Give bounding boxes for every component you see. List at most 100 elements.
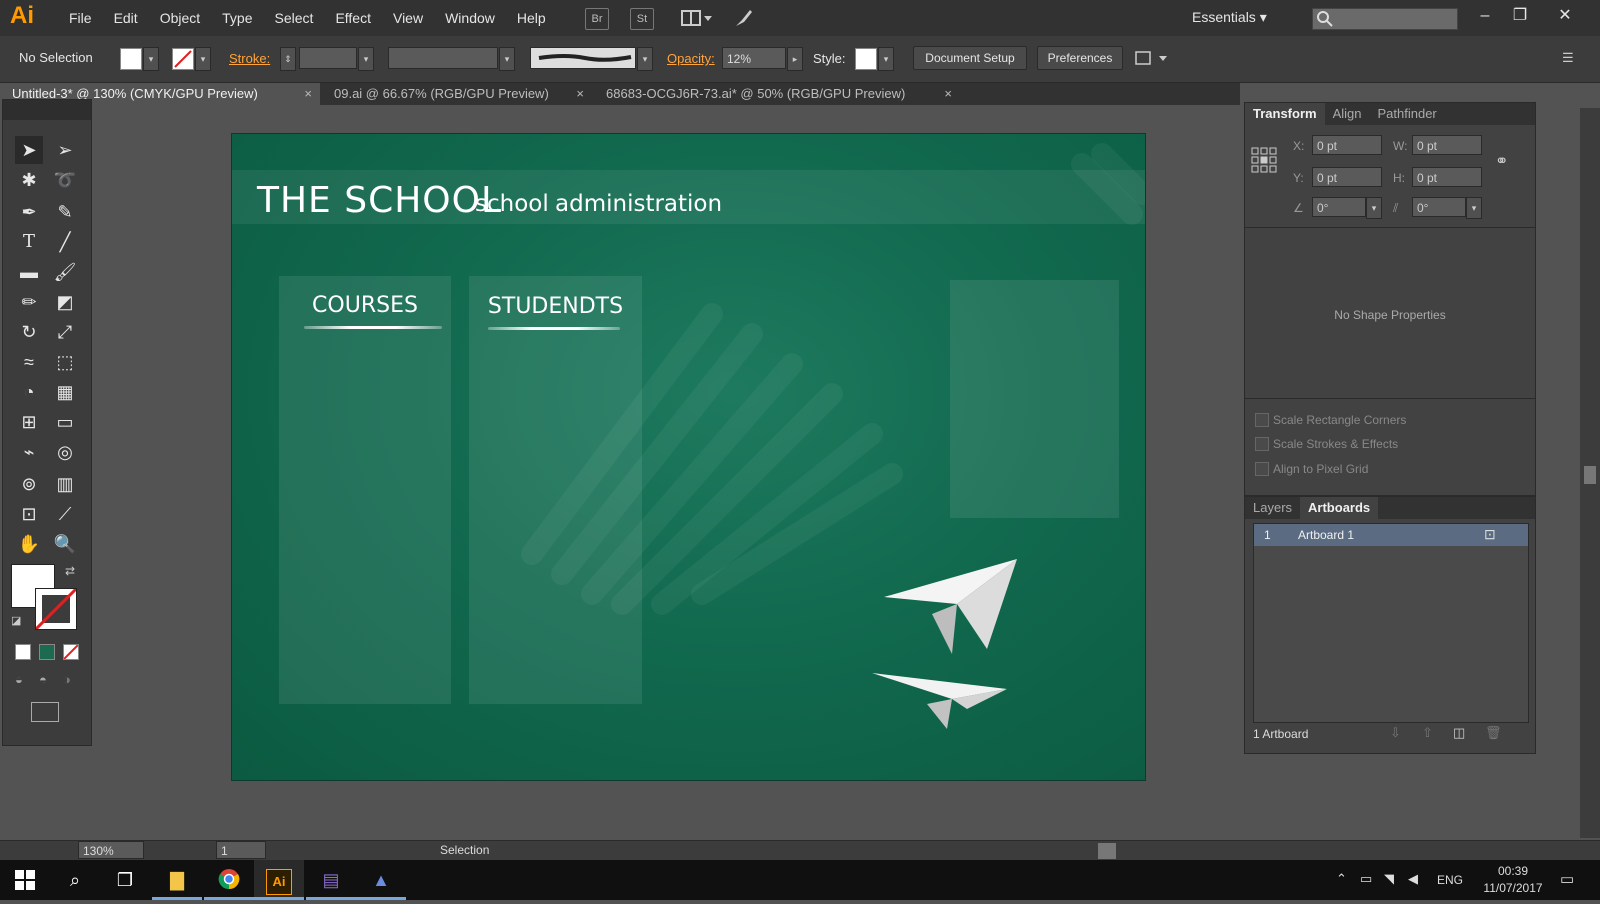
style-swatch[interactable] (855, 48, 877, 70)
clock-time[interactable]: 00:39 (1478, 864, 1548, 878)
bridge-button[interactable]: Br (585, 8, 609, 30)
shear-field[interactable]: 0° (1412, 197, 1466, 217)
angle-dropdown[interactable]: ▾ (1366, 197, 1382, 219)
tab-pathfinder[interactable]: Pathfinder (1370, 103, 1445, 125)
fill-dropdown[interactable]: ▾ (143, 47, 159, 71)
scale-tool[interactable]: ⤢ (51, 318, 79, 346)
stroke-weight-dropdown[interactable]: ▾ (358, 47, 374, 71)
curvature-tool[interactable]: ✎ (51, 198, 79, 226)
preferences-button[interactable]: Preferences (1037, 46, 1123, 70)
stroke-color-box[interactable] (35, 588, 77, 630)
rectangle-tool[interactable]: ▬ (15, 258, 43, 286)
swap-colors-icon[interactable]: ⇄ (65, 564, 75, 578)
start-button[interactable] (0, 860, 50, 900)
magic-wand-tool[interactable]: ✱ (15, 166, 43, 194)
type-tool[interactable]: T (15, 228, 43, 256)
variable-width-profile[interactable] (388, 47, 498, 69)
brush-dropdown[interactable]: ▾ (637, 47, 653, 71)
menu-effect[interactable]: Effect (324, 10, 382, 26)
tab-68683[interactable]: 68683-OCGJ6R-73.ai* @ 50% (RGB/GPU Previ… (594, 83, 960, 105)
shear-dropdown[interactable]: ▾ (1466, 197, 1482, 219)
stock-button[interactable]: St (630, 8, 654, 30)
default-colors-icon[interactable]: ◪ (11, 614, 21, 627)
y-field[interactable]: 0 pt (1312, 167, 1382, 187)
menu-select[interactable]: Select (264, 10, 325, 26)
artboard-canvas[interactable]: THE SCHOOL school administration COURSES… (231, 133, 1146, 781)
chrome-button[interactable] (204, 860, 254, 900)
language-indicator[interactable]: ENG (1437, 873, 1463, 887)
app-button-2[interactable]: ▲ (356, 860, 406, 900)
illustrator-button[interactable]: Ai (254, 860, 304, 900)
zoom-tool[interactable]: 🔍 (51, 530, 79, 558)
tab-09-ai[interactable]: 09.ai @ 66.67% (RGB/GPU Preview) × (322, 83, 592, 105)
tab-align[interactable]: Align (1325, 103, 1370, 125)
eyedropper-tool[interactable]: ⌁ (15, 438, 43, 466)
menu-window[interactable]: Window (434, 10, 506, 26)
tab-layers[interactable]: Layers (1245, 497, 1300, 519)
wifi-icon[interactable]: ◥ (1384, 871, 1394, 887)
eraser-tool[interactable]: ◩ (51, 288, 79, 316)
workspace-switcher[interactable]: Essentials ▾ (1192, 9, 1267, 26)
gradient-tool[interactable]: ▭ (51, 408, 79, 436)
artboard-options-icon[interactable]: ⊡ (1484, 526, 1496, 543)
task-view-button[interactable]: ❐ (100, 860, 150, 900)
column-graph-tool[interactable]: ▥ (51, 470, 79, 498)
angle-field[interactable]: 0° (1312, 197, 1366, 217)
page-field[interactable]: 1 (216, 841, 266, 859)
horizontal-scroll-thumb[interactable] (1098, 843, 1116, 859)
restore-button[interactable]: ❐ (1505, 4, 1535, 28)
tools-header[interactable] (3, 100, 91, 120)
line-tool[interactable]: ╱ (51, 228, 79, 256)
none-mode-button[interactable] (63, 644, 79, 660)
tab-artboards[interactable]: Artboards (1300, 497, 1379, 519)
close-icon[interactable]: × (944, 83, 952, 105)
vertical-scrollbar[interactable] (1580, 108, 1600, 838)
opacity-slider-button[interactable]: ▸ (787, 47, 803, 71)
pen-tool[interactable]: ✒ (15, 198, 43, 226)
menu-view[interactable]: View (382, 10, 434, 26)
shape-builder-tool[interactable]: ◔ (15, 378, 43, 406)
search-input[interactable] (1312, 8, 1458, 30)
perspective-grid-tool[interactable]: ▦ (51, 378, 79, 406)
stroke-weight-field[interactable] (299, 47, 357, 69)
artboard-tool[interactable]: ⊡ (15, 500, 43, 528)
stroke-weight-stepper[interactable]: ⇕ (280, 47, 296, 71)
menu-file[interactable]: File (58, 10, 103, 26)
color-mode-button[interactable] (15, 644, 31, 660)
scale-corners-checkbox[interactable] (1255, 413, 1269, 427)
app-button[interactable]: ▤ (306, 860, 356, 900)
fill-swatch[interactable] (120, 48, 142, 70)
menu-edit[interactable]: Edit (103, 10, 149, 26)
arrange-documents-button[interactable] (680, 8, 714, 28)
blend-tool[interactable]: ◎ (51, 438, 79, 466)
tab-transform[interactable]: Transform (1245, 103, 1325, 125)
slice-tool[interactable]: ⟋ (51, 500, 79, 528)
constrain-proportions-icon[interactable]: ⚭ (1495, 151, 1508, 171)
x-field[interactable]: 0 pt (1312, 135, 1382, 155)
close-icon[interactable]: × (304, 83, 312, 105)
opacity-label[interactable]: Opacity: (667, 51, 715, 66)
hand-tool[interactable]: ✋ (15, 530, 43, 558)
lasso-tool[interactable]: ➰ (51, 166, 79, 194)
minimize-button[interactable]: – (1470, 4, 1500, 28)
control-panel-menu-icon[interactable]: ☰ (1562, 50, 1574, 66)
zoom-field[interactable]: 130% (78, 841, 144, 859)
document-setup-button[interactable]: Document Setup (913, 46, 1027, 70)
new-artboard-icon[interactable]: ◫ (1453, 725, 1465, 741)
rotate-tool[interactable]: ↻ (15, 318, 43, 346)
stroke-dropdown[interactable]: ▾ (195, 47, 211, 71)
free-transform-tool[interactable]: ⬚ (51, 348, 79, 376)
align-pixel-grid-checkbox[interactable] (1255, 462, 1269, 476)
close-icon[interactable]: × (576, 83, 584, 105)
list-item[interactable]: 1 Artboard 1 ⊡ (1254, 524, 1528, 546)
arrange-button[interactable] (1133, 48, 1173, 68)
file-explorer-button[interactable]: ▇ (152, 860, 202, 900)
move-down-icon[interactable]: ⇩ (1390, 725, 1401, 741)
draw-behind-icon[interactable]: ◓ (39, 672, 47, 687)
stroke-label[interactable]: Stroke: (229, 51, 270, 66)
search-button[interactable]: ⌕ (50, 860, 100, 900)
gradient-mode-button[interactable] (39, 644, 55, 660)
w-field[interactable]: 0 pt (1412, 135, 1482, 155)
chevron-up-icon[interactable]: ⌃ (1336, 871, 1347, 887)
reference-point-icon[interactable] (1251, 147, 1277, 173)
